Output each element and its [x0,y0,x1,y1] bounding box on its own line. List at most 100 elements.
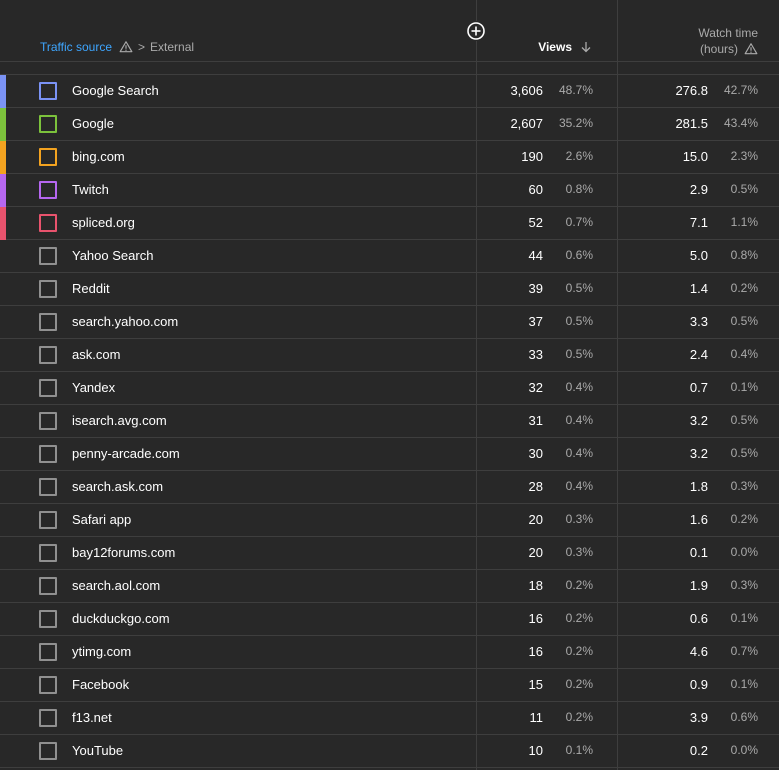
table-row[interactable]: YouTube 10 0.1% 0.2 0.0% [0,735,779,768]
series-color-bar [0,240,6,273]
views-column-header[interactable]: Views [538,40,592,54]
table-row[interactable]: ytimg.com 16 0.2% 4.6 0.7% [0,636,779,669]
table-row[interactable]: bing.com 190 2.6% 15.0 2.3% [0,141,779,174]
row-checkbox[interactable] [39,610,57,628]
traffic-source-name[interactable]: isearch.avg.com [72,413,167,428]
table-row[interactable]: f13.net 11 0.2% 3.9 0.6% [0,702,779,735]
views-percent: 0.5% [565,347,593,361]
watch-time-value: 5.0 [689,248,708,263]
traffic-source-name[interactable]: search.yahoo.com [72,314,178,329]
row-checkbox[interactable] [39,148,57,166]
table-row[interactable]: duckduckgo.com 16 0.2% 0.6 0.1% [0,603,779,636]
traffic-source-name[interactable]: ytimg.com [72,644,131,659]
table-row[interactable]: Yandex 32 0.4% 0.7 0.1% [0,372,779,405]
table-row[interactable]: Safari app 20 0.3% 1.6 0.2% [0,504,779,537]
row-checkbox[interactable] [39,247,57,265]
traffic-source-name[interactable]: YouTube [72,743,123,758]
traffic-source-name[interactable]: Google Search [72,83,159,98]
traffic-source-name[interactable]: ask.com [72,347,120,362]
row-checkbox[interactable] [39,742,57,760]
traffic-source-link[interactable]: Traffic source [40,40,112,54]
series-color-bar [0,75,6,108]
watch-time-percent: 0.2% [730,281,758,295]
watch-time-value: 7.1 [689,215,708,230]
traffic-source-name[interactable]: spliced.org [72,215,135,230]
traffic-source-name[interactable]: Twitch [72,182,109,197]
row-checkbox[interactable] [39,676,57,694]
watch-time-value: 3.3 [689,314,708,329]
views-percent: 0.2% [565,710,593,724]
views-percent: 0.2% [565,611,593,625]
table-row[interactable]: Reddit 39 0.5% 1.4 0.2% [0,273,779,306]
table-row[interactable]: search.yahoo.com 37 0.5% 3.3 0.5% [0,306,779,339]
table-row[interactable]: isearch.avg.com 31 0.4% 3.2 0.5% [0,405,779,438]
row-checkbox[interactable] [39,115,57,133]
table-row[interactable]: search.ask.com 28 0.4% 1.8 0.3% [0,471,779,504]
traffic-source-name[interactable]: Google [72,116,114,131]
traffic-source-name[interactable]: Safari app [72,512,131,527]
table-row[interactable]: spliced.org 52 0.7% 7.1 1.1% [0,207,779,240]
row-checkbox[interactable] [39,478,57,496]
views-value: 16 [528,644,543,659]
row-checkbox[interactable] [39,412,57,430]
row-checkbox[interactable] [39,511,57,529]
traffic-source-name[interactable]: search.aol.com [72,578,160,593]
row-checkbox[interactable] [39,577,57,595]
warning-icon[interactable] [744,42,758,56]
traffic-source-name[interactable]: bing.com [72,149,125,164]
traffic-source-name[interactable]: search.ask.com [72,479,163,494]
watch-time-column-header[interactable]: Watch time (hours) [698,25,758,57]
table-row[interactable]: bay12forums.com 20 0.3% 0.1 0.0% [0,537,779,570]
row-checkbox[interactable] [39,379,57,397]
row-checkbox[interactable] [39,280,57,298]
traffic-source-name[interactable]: Facebook [72,677,129,692]
watch-time-value: 0.9 [689,677,708,692]
row-checkbox[interactable] [39,181,57,199]
views-value: 11 [529,710,544,725]
table-row[interactable]: Twitch 60 0.8% 2.9 0.5% [0,174,779,207]
row-checkbox[interactable] [39,643,57,661]
watch-time-value: 0.1 [689,545,708,560]
traffic-source-name[interactable]: f13.net [72,710,112,725]
watch-time-header-unit: (hours) [699,42,738,56]
views-percent: 0.1% [565,743,593,757]
views-percent: 35.2% [558,116,593,130]
row-checkbox[interactable] [39,82,57,100]
table-row[interactable]: Facebook 15 0.2% 0.9 0.1% [0,669,779,702]
table-row[interactable]: ask.com 33 0.5% 2.4 0.4% [0,339,779,372]
row-checkbox[interactable] [39,313,57,331]
views-header-label: Views [538,40,572,54]
views-value: 20 [528,512,543,527]
table-row[interactable]: search.aol.com 18 0.2% 1.9 0.3% [0,570,779,603]
watch-time-value: 4.6 [689,644,708,659]
traffic-source-name[interactable]: penny-arcade.com [72,446,180,461]
row-checkbox[interactable] [39,544,57,562]
views-percent: 0.4% [565,446,593,460]
watch-time-value: 3.9 [689,710,708,725]
watch-time-value: 276.8 [675,83,708,98]
warning-icon[interactable] [119,40,133,54]
watch-time-header-line1: Watch time [698,26,758,40]
views-percent: 0.2% [565,644,593,658]
traffic-source-name[interactable]: duckduckgo.com [72,611,170,626]
series-color-bar [0,273,6,306]
row-checkbox[interactable] [39,214,57,232]
traffic-source-name[interactable]: Yandex [72,380,115,395]
series-color-bar [0,174,6,207]
table-row[interactable]: penny-arcade.com 30 0.4% 3.2 0.5% [0,438,779,471]
watch-time-value: 3.2 [689,413,708,428]
watch-time-percent: 0.0% [730,545,758,559]
table-header: Traffic source > External Views Watch ti… [0,0,779,62]
table-row[interactable]: Yahoo Search 44 0.6% 5.0 0.8% [0,240,779,273]
table-row[interactable]: Google Search 3,606 48.7% 276.8 42.7% [0,75,779,108]
row-checkbox[interactable] [39,346,57,364]
traffic-source-name[interactable]: Yahoo Search [72,248,153,263]
row-checkbox[interactable] [39,709,57,727]
traffic-source-name[interactable]: Reddit [72,281,110,296]
traffic-source-name[interactable]: bay12forums.com [72,545,175,560]
table-row[interactable]: Google 2,607 35.2% 281.5 43.4% [0,108,779,141]
views-value: 37 [528,314,543,329]
row-checkbox[interactable] [39,445,57,463]
watch-time-value: 2.9 [689,182,708,197]
add-column-icon[interactable] [466,21,486,41]
